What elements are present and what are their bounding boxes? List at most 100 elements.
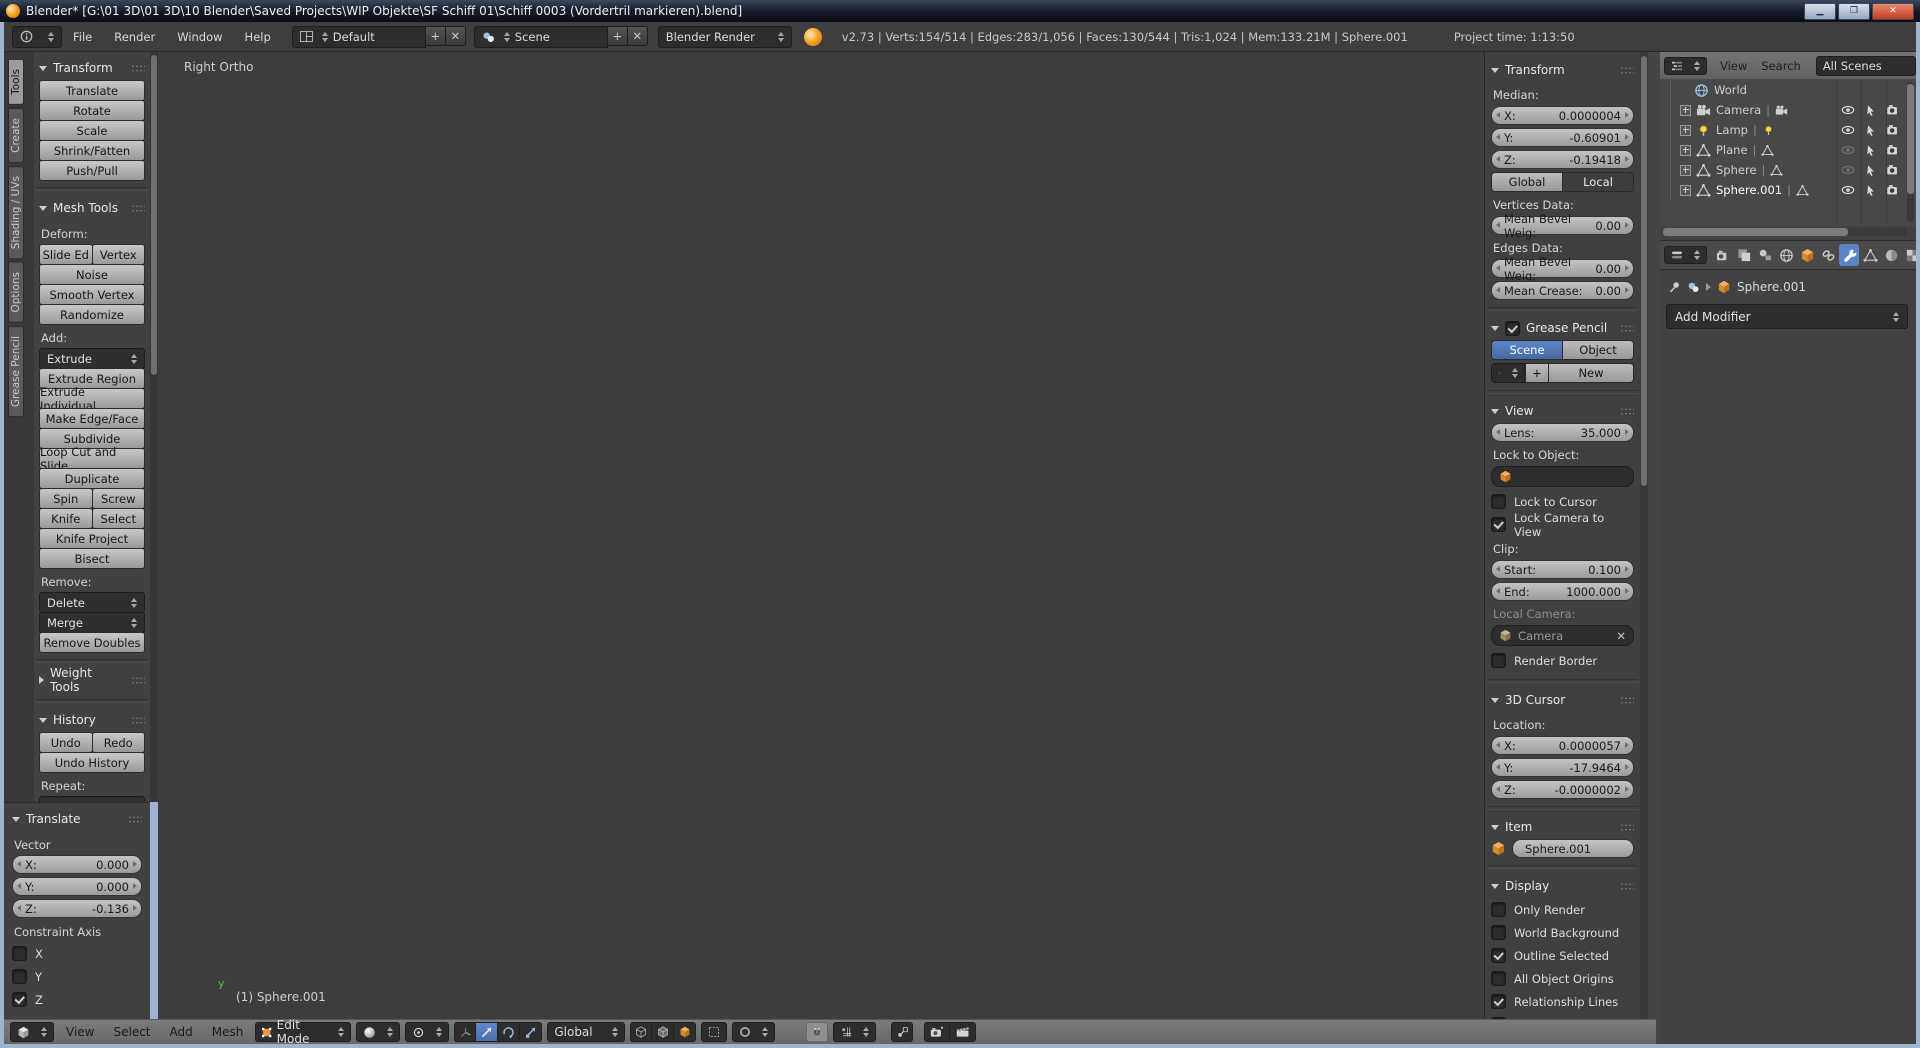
toggle-object[interactable]: Object	[1563, 340, 1634, 360]
panel-header-history[interactable]: History	[39, 708, 145, 732]
display-panel-header[interactable]: Display	[1491, 874, 1634, 898]
toggle-scene[interactable]: Scene	[1491, 340, 1563, 360]
field-z[interactable]: Z:-0.136	[12, 899, 142, 918]
menu-window[interactable]: Window	[166, 30, 233, 44]
manipulator-axis-button[interactable]	[454, 1022, 476, 1042]
tool-button-smooth-vertex[interactable]: Smooth Vertex	[39, 284, 145, 305]
outliner-filter-dropdown[interactable]: All Scenes	[1816, 56, 1916, 76]
shelf-tab-create[interactable]: Create	[8, 108, 24, 163]
occlude-geometry-button[interactable]	[674, 1022, 696, 1042]
selectability-toggle[interactable]	[1864, 144, 1877, 157]
outliner-item-sphere[interactable]: Sphere|	[1660, 160, 1916, 180]
menu-file[interactable]: File	[62, 30, 103, 44]
scene-data-icon[interactable]	[1687, 281, 1700, 294]
menu-render[interactable]: Render	[103, 30, 166, 44]
gp-draw-mode-button[interactable]	[1491, 363, 1525, 383]
editor-type-outliner-button[interactable]	[1664, 57, 1707, 75]
checkbox-relationship-lines[interactable]	[1491, 994, 1506, 1009]
pin-icon[interactable]	[1668, 281, 1681, 294]
manipulator-rotate-button[interactable]	[498, 1022, 520, 1042]
delete-scene-button[interactable]: ✕	[628, 26, 648, 46]
render-toggle[interactable]	[1886, 183, 1900, 197]
expand-icon[interactable]	[1680, 125, 1691, 136]
tool-button-bisect[interactable]: Bisect	[39, 548, 145, 569]
edge-visibility-button[interactable]	[652, 1022, 674, 1042]
field-end[interactable]: End:1000.000	[1491, 582, 1634, 601]
tool-menu-extrude[interactable]: Extrude	[39, 348, 145, 369]
field-y[interactable]: Y:-17.9464	[1491, 758, 1634, 777]
tool-button-knife[interactable]: Knife	[39, 508, 93, 529]
toggle-local[interactable]: Local	[1563, 172, 1634, 192]
mode-selector[interactable]: Edit Mode	[255, 1022, 351, 1042]
viewport-menu-select[interactable]: Select	[106, 1025, 157, 1039]
shelf-tab-shading-uvs[interactable]: Shading / UVs	[8, 166, 24, 259]
tool-button-translate[interactable]: Translate	[39, 80, 145, 101]
outliner-item-sphere-001[interactable]: Sphere.001|	[1660, 180, 1916, 200]
properties-tab-material[interactable]	[1881, 244, 1901, 266]
transform-orientation-selector[interactable]: Global	[547, 1022, 625, 1042]
visibility-toggle[interactable]	[1841, 123, 1855, 137]
checkbox-x[interactable]	[12, 946, 27, 961]
tool-button-rotate[interactable]: Rotate	[39, 100, 145, 121]
breadcrumb-cube-icon[interactable]	[1717, 280, 1731, 294]
grease-pencil-panel-header[interactable]: Grease Pencil	[1491, 316, 1634, 340]
selectability-toggle[interactable]	[1864, 104, 1877, 117]
visibility-toggle[interactable]	[1841, 103, 1855, 117]
visibility-toggle[interactable]	[1841, 163, 1855, 177]
checkbox-y[interactable]	[12, 969, 27, 984]
panel-grip-icon[interactable]	[131, 716, 145, 725]
field-lens[interactable]: Lens:35.000	[1491, 423, 1634, 442]
render-toggle[interactable]	[1886, 143, 1900, 157]
properties-tab-render[interactable]	[1713, 244, 1733, 266]
field-x[interactable]: X:0.0000057	[1491, 736, 1634, 755]
visibility-toggle[interactable]	[1841, 183, 1855, 197]
tool-button-noise[interactable]: Noise	[39, 264, 145, 285]
tool-menu-delete[interactable]: Delete	[39, 592, 145, 613]
tool-button-redo[interactable]: Redo	[92, 732, 146, 753]
shelf-tab-tools[interactable]: Tools	[8, 59, 24, 105]
proportional-edit-selector[interactable]	[732, 1022, 775, 1042]
properties-tab-modifiers[interactable]	[1839, 244, 1859, 266]
properties-tab-constraints[interactable]	[1818, 244, 1838, 266]
tool-button-shrink-fatten[interactable]: Shrink/Fatten	[39, 140, 145, 161]
render-toggle[interactable]	[1886, 103, 1900, 117]
tool-button-screw[interactable]: Screw	[92, 488, 146, 509]
tool-button-push-pull[interactable]: Push/Pull	[39, 160, 145, 181]
field-x[interactable]: X:0.000	[12, 855, 142, 874]
outliner-item-plane[interactable]: Plane|	[1660, 140, 1916, 160]
checkbox-lock-camera-to-view[interactable]	[1491, 517, 1506, 532]
region-splitter[interactable]	[1648, 52, 1660, 1048]
manipulator-scale-button[interactable]	[520, 1022, 542, 1042]
expand-icon[interactable]	[1680, 105, 1691, 116]
gp-new-button[interactable]: New	[1549, 363, 1634, 383]
field-x[interactable]: X:0.0000004	[1491, 106, 1634, 125]
checkbox-lock-to-cursor[interactable]	[1491, 494, 1506, 509]
render-toggle[interactable]	[1886, 163, 1900, 177]
editor-type-3dview-button[interactable]	[10, 1022, 54, 1042]
outliner-view-menu[interactable]: View	[1713, 59, 1754, 73]
selectability-toggle[interactable]	[1864, 164, 1877, 177]
add-layout-button[interactable]: +	[426, 26, 446, 46]
add-scene-button[interactable]: +	[608, 26, 628, 46]
opengl-render-image-button[interactable]	[924, 1022, 950, 1042]
viewport-menu-add[interactable]: Add	[163, 1025, 200, 1039]
viewport-canvas[interactable]	[158, 52, 1484, 1019]
selectability-toggle[interactable]	[1864, 184, 1877, 197]
tool-button-scale[interactable]: Scale	[39, 120, 145, 141]
tool-button-undo[interactable]: Undo	[39, 732, 93, 753]
field-y[interactable]: Y:-0.60901	[1491, 128, 1634, 147]
close-button[interactable]: ✕	[1872, 3, 1914, 20]
panel-header-mesh-tools[interactable]: Mesh Tools	[39, 196, 145, 220]
vertex-visibility-button[interactable]	[630, 1022, 652, 1042]
tool-button-select[interactable]: Select	[92, 508, 146, 529]
scene-selector[interactable]: Scene	[474, 26, 608, 48]
editor-type-properties-button[interactable]	[1664, 246, 1707, 264]
checkbox-all-object-origins[interactable]	[1491, 971, 1506, 986]
tool-button-loop-cut-and-slide[interactable]: Loop Cut and Slide	[39, 448, 145, 469]
operator-panel-header[interactable]: Translate	[12, 807, 142, 831]
toggle-global[interactable]: Global	[1491, 172, 1563, 192]
tool-button-slide-ed[interactable]: Slide Ed	[39, 244, 93, 265]
tool-button-randomize[interactable]: Randomize	[39, 304, 145, 325]
render-toggle[interactable]	[1886, 123, 1900, 137]
transform-panel-header[interactable]: Transform	[1491, 58, 1634, 82]
